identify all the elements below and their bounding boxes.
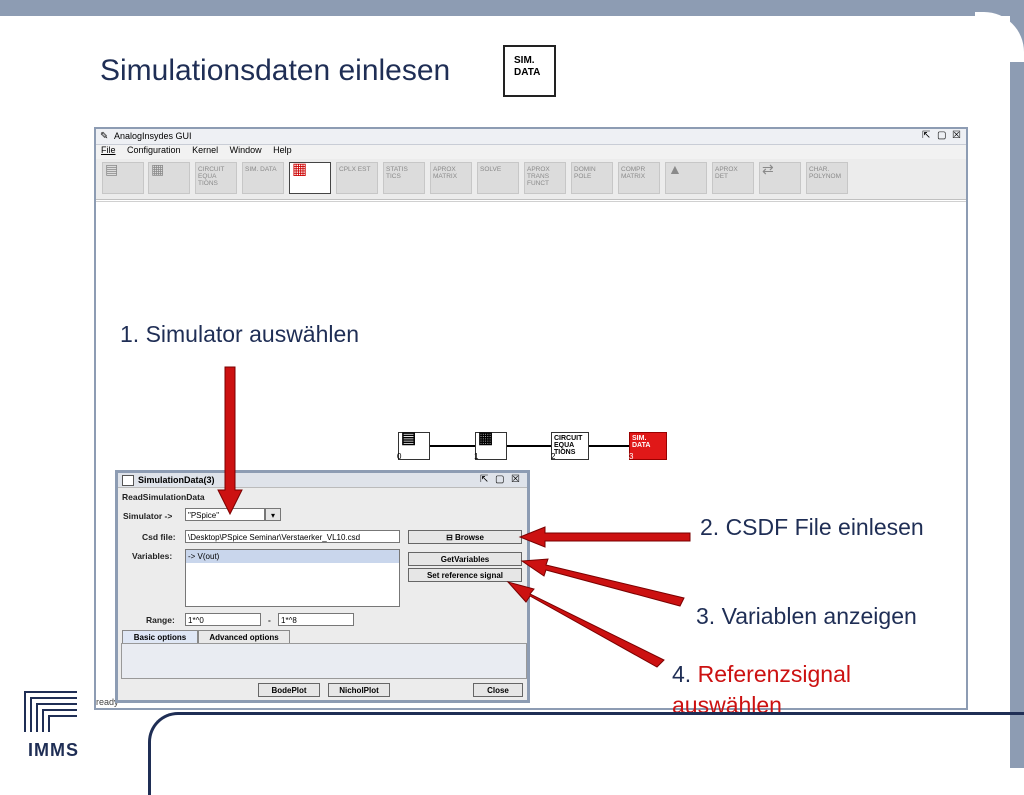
arrow-2 [518,526,691,548]
arrow-1 [217,366,243,516]
imms-logo-text: IMMS [28,740,79,760]
arrow-3 [520,558,685,607]
imms-logo-icon [24,691,77,732]
slide-bottom-arc [148,712,1024,795]
annotation-arrows [217,366,691,668]
